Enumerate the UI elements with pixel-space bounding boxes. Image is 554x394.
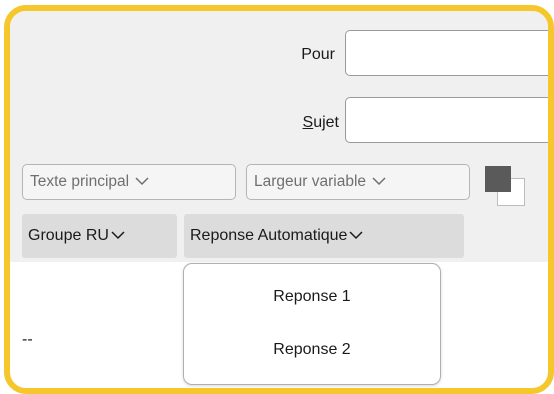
text-style-value: Texte principal [30,173,130,191]
text-color-icon[interactable] [485,166,525,206]
reponse-dropdown-menu: Reponse 1 Reponse 2 [183,263,441,385]
text-style-dropdown[interactable]: Texte principal [22,164,236,200]
message-header: Pour Sujet [10,11,548,160]
menu-item-reponse-2[interactable]: Reponse 2 [184,341,440,359]
menu-item-reponse-1[interactable]: Reponse 1 [184,288,440,306]
subject-label-rest: ujet [313,114,339,131]
reponse-automatique-menu-button[interactable]: Reponse Automatique [184,214,464,258]
chevron-down-icon [111,214,125,258]
width-mode-value: Largeur variable [254,173,367,191]
reponse-automatique-label: Reponse Automatique [190,227,348,245]
to-label: Pour [301,46,335,63]
menu-bar: Groupe RU Reponse Automatique [10,210,548,262]
groupe-ru-menu-button[interactable]: Groupe RU [22,214,177,258]
highlight-frame: Pour Sujet Texte principal Largeur varia… [4,5,554,394]
subject-field[interactable] [345,97,548,143]
to-field[interactable] [345,30,548,76]
foreground-color-swatch [485,166,511,192]
subject-label: Sujet [259,114,339,132]
message-body-text[interactable]: -- [22,331,33,349]
width-mode-dropdown[interactable]: Largeur variable [246,164,470,200]
format-toolbar: Texte principal Largeur variable [10,160,548,210]
subject-label-accelerator: S [302,114,314,131]
chevron-down-icon [372,165,386,199]
chevron-down-icon [135,165,149,199]
groupe-ru-label: Groupe RU [28,227,109,245]
chevron-down-icon [349,214,363,258]
